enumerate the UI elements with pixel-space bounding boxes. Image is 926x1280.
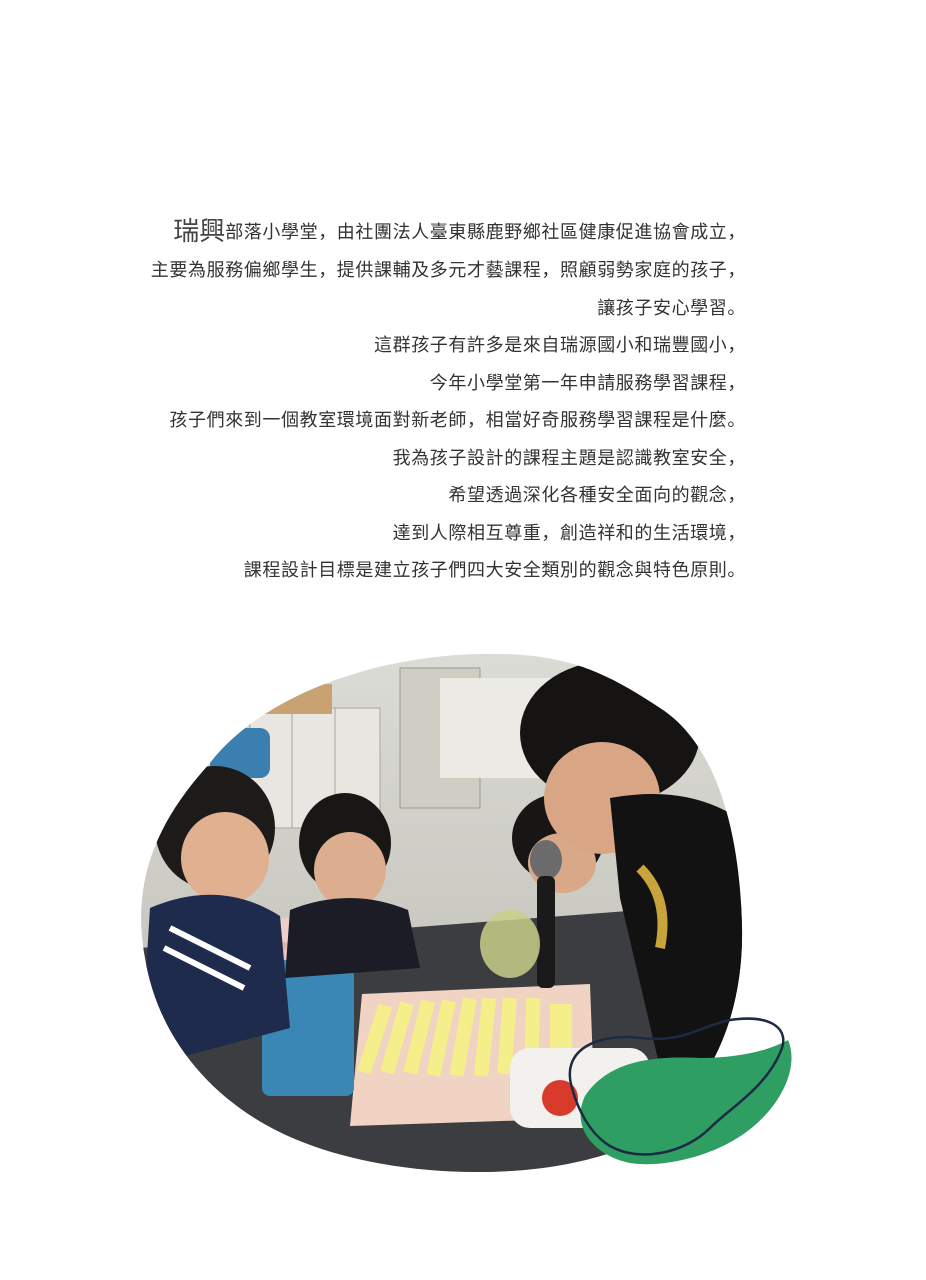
article-line-6: 孩子們來到一個教室環境面對新老師，相當好奇服務學習課程是什麼。 — [169, 410, 746, 431]
article-line-7: 我為孩子設計的課程主題是認識教室安全， — [392, 447, 746, 469]
article-line-1-text: 部落小學堂，由社團法人臺東縣鹿野鄉社區健康促進協會成立， — [225, 222, 746, 243]
article-line-9: 達到人際相互尊重，創造祥和的生活環境， — [392, 522, 746, 544]
article-line-10: 課程設計目標是建立孩子們四大安全類別的觀念與特色原則。 — [243, 560, 746, 581]
article-line-4: 這群孩子有許多是來自瑞源國小和瑞豐國小， — [374, 335, 746, 356]
article-text: 瑞興部落小學堂，由社團法人臺東縣鹿野鄉社區健康促進協會成立， 主要為服務偏鄉學生… — [40, 212, 746, 590]
article-line-1: 瑞興部落小學堂，由社團法人臺東縣鹿野鄉社區健康促進協會成立， — [40, 212, 746, 252]
child-left — [141, 766, 290, 1068]
article-line-5: 今年小學堂第一年申請服務學習課程， — [429, 372, 746, 394]
article-line-2: 主要為服務偏鄉學生，提供課輔及多元才藝課程，照顧弱勢家庭的孩子， — [150, 260, 746, 281]
classroom-photo-illustration — [141, 653, 792, 1173]
lead-word: 瑞興 — [173, 217, 226, 247]
article-line-8: 希望透過深化各種安全面向的觀念， — [448, 485, 746, 506]
article-line-3: 讓孩子安心學習。 — [597, 297, 746, 319]
classroom-photo — [140, 648, 800, 1178]
